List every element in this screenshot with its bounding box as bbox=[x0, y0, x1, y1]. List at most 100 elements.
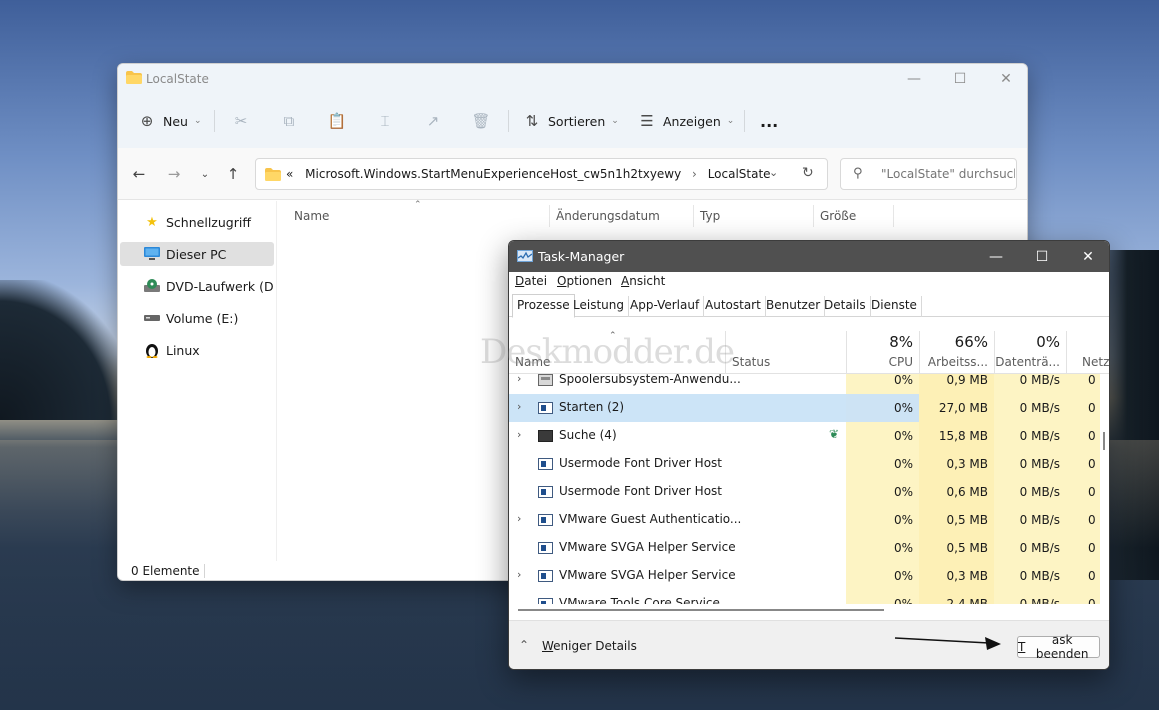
column-header-disk[interactable]: Datenträ... bbox=[994, 355, 1060, 369]
sort-button[interactable]: ⇅ Sortieren ⌄ bbox=[523, 110, 619, 132]
process-name-cell[interactable]: Usermode Font Driver Host bbox=[509, 478, 846, 506]
process-row[interactable]: Usermode Font Driver Host 0% 0,3 MB 0 MB/s 0 bbox=[509, 450, 1100, 478]
explorer-titlebar[interactable]: LocalState — ☐ ✕ bbox=[118, 64, 1027, 94]
process-row[interactable]: VMware Tools Core Service 0% 2,4 MB 0 MB/s 0 bbox=[509, 590, 1100, 604]
minimize-button[interactable]: — bbox=[973, 241, 1019, 272]
column-divider[interactable] bbox=[725, 331, 726, 374]
minimize-button[interactable]: — bbox=[891, 64, 937, 94]
share-button[interactable]: ↗ bbox=[424, 110, 442, 132]
expand-chevron-icon[interactable]: › bbox=[517, 512, 521, 525]
tab-performance[interactable]: Leistung bbox=[569, 296, 629, 317]
up-arrow-icon[interactable]: ↑ bbox=[223, 165, 243, 183]
more-options-button[interactable]: ... bbox=[760, 110, 778, 132]
maximize-button[interactable]: ☐ bbox=[1019, 241, 1065, 272]
process-name-cell[interactable]: VMware SVGA Helper Service bbox=[509, 534, 846, 562]
refresh-icon[interactable]: ↻ bbox=[802, 165, 814, 181]
menu-view[interactable]: Ansicht bbox=[621, 274, 665, 288]
expand-chevron-icon[interactable]: › bbox=[517, 568, 521, 581]
back-arrow-icon[interactable]: ← bbox=[129, 165, 149, 183]
process-row[interactable]: › Suche (4) ❦ 0% 15,8 MB 0 MB/s 0 bbox=[509, 422, 1100, 450]
breadcrumb-overflow[interactable]: « bbox=[286, 167, 293, 181]
scrollbar-thumb[interactable] bbox=[518, 609, 884, 611]
view-button[interactable]: ☰ Anzeigen ⌄ bbox=[638, 110, 734, 132]
process-name-cell[interactable]: VMware Tools Core Service bbox=[509, 590, 846, 604]
tab-details[interactable]: Details bbox=[820, 296, 871, 317]
recent-locations-chevron-icon[interactable]: ⌄ bbox=[195, 165, 215, 183]
tab-services[interactable]: Dienste bbox=[867, 296, 922, 317]
maximize-button[interactable]: ☐ bbox=[937, 64, 983, 94]
expand-chevron-icon[interactable]: › bbox=[517, 374, 521, 385]
column-header-name[interactable]: Name bbox=[515, 355, 550, 369]
process-row[interactable]: › VMware Guest Authenticatio... 0% 0,5 MB 0 … bbox=[509, 506, 1100, 534]
process-name-cell[interactable]: › Starten (2) bbox=[509, 394, 846, 422]
nav-item-dvd-drive[interactable]: DVD-Laufwerk (D:) C bbox=[120, 274, 274, 298]
paste-button[interactable]: 📋 bbox=[328, 110, 347, 132]
breadcrumb-item[interactable]: Microsoft.Windows.StartMenuExperienceHos… bbox=[305, 167, 681, 181]
vertical-scrollbar[interactable] bbox=[1100, 374, 1109, 604]
disk-total-percent: 0% bbox=[1036, 333, 1060, 351]
menu-file[interactable]: Datei bbox=[515, 274, 547, 288]
tab-app-history[interactable]: App-Verlauf bbox=[626, 296, 705, 317]
process-name-cell[interactable]: › VMware Guest Authenticatio... bbox=[509, 506, 846, 534]
disk-value: 0 MB/s bbox=[994, 450, 1066, 478]
column-divider[interactable] bbox=[813, 205, 814, 227]
copy-button[interactable]: ⧉ bbox=[280, 110, 298, 132]
rename-button[interactable]: ⌶ bbox=[376, 110, 394, 132]
nav-item-linux[interactable]: Linux bbox=[120, 338, 274, 362]
tab-startup[interactable]: Autostart bbox=[701, 296, 766, 317]
address-dropdown-chevron-icon[interactable]: ⌄ bbox=[769, 166, 778, 179]
column-divider[interactable] bbox=[549, 205, 550, 227]
cut-button[interactable]: ✂ bbox=[232, 110, 250, 132]
nav-item-this-pc[interactable]: Dieser PC bbox=[120, 242, 274, 266]
task-manager-titlebar[interactable]: Task-Manager — ☐ ✕ bbox=[509, 241, 1109, 272]
expand-chevron-icon[interactable]: › bbox=[517, 400, 521, 413]
end-task-button[interactable]: Task beenden bbox=[1017, 633, 1100, 661]
column-header-network[interactable]: Netzw bbox=[1082, 355, 1109, 369]
new-button[interactable]: ⊕ Neu ⌄ bbox=[138, 110, 202, 132]
column-header-name[interactable]: Name bbox=[294, 209, 329, 223]
column-header-status[interactable]: Status bbox=[732, 355, 770, 369]
breadcrumb-item[interactable]: LocalState bbox=[708, 167, 771, 181]
process-row[interactable]: › Spoolersubsystem-Anwendu... 0% 0,9 MB 0 MB… bbox=[509, 374, 1100, 394]
horizontal-scrollbar[interactable] bbox=[509, 604, 1109, 616]
process-row[interactable]: VMware SVGA Helper Service 0% 0,5 MB 0 MB/s… bbox=[509, 534, 1100, 562]
process-row[interactable]: Usermode Font Driver Host 0% 0,6 MB 0 MB/s 0 bbox=[509, 478, 1100, 506]
process-name-cell[interactable]: Usermode Font Driver Host bbox=[509, 450, 846, 478]
process-name-cell[interactable]: › Spoolersubsystem-Anwendu... bbox=[509, 374, 846, 394]
tab-processes[interactable]: Prozesse bbox=[512, 294, 575, 318]
close-button[interactable]: ✕ bbox=[983, 64, 1027, 94]
column-header-cpu[interactable]: CPU bbox=[846, 355, 913, 369]
process-row[interactable]: › VMware SVGA Helper Service 0% 0,3 MB 0 MB/… bbox=[509, 562, 1100, 590]
delete-button[interactable]: 🗑 bbox=[471, 110, 490, 132]
network-value: 0 bbox=[1066, 562, 1100, 590]
breadcrumb-chevron-icon[interactable]: › bbox=[692, 167, 697, 181]
process-name-cell[interactable]: › VMware SVGA Helper Service bbox=[509, 562, 846, 590]
cpu-value: 0% bbox=[846, 394, 919, 422]
column-divider[interactable] bbox=[693, 205, 694, 227]
menu-options[interactable]: Optionen bbox=[557, 274, 612, 288]
network-value: 0 bbox=[1066, 422, 1100, 450]
forward-arrow-icon[interactable]: → bbox=[164, 165, 184, 183]
expand-chevron-icon[interactable]: › bbox=[517, 428, 521, 441]
nav-item-label: Schnellzugriff bbox=[166, 214, 251, 230]
column-header-date[interactable]: Änderungsdatum bbox=[556, 209, 660, 223]
chevron-up-icon[interactable]: ⌃ bbox=[519, 638, 529, 652]
address-bar[interactable]: « Microsoft.Windows.StartMenuExperienceH… bbox=[255, 158, 828, 190]
column-divider[interactable] bbox=[1066, 331, 1067, 374]
tab-users[interactable]: Benutzer bbox=[762, 296, 826, 317]
close-button[interactable]: ✕ bbox=[1065, 241, 1109, 272]
search-box[interactable]: ⚲ bbox=[840, 158, 1017, 190]
nav-item-volume-e[interactable]: Volume (E:) bbox=[120, 306, 274, 330]
search-input[interactable] bbox=[881, 167, 1015, 181]
scrollbar-thumb[interactable] bbox=[1103, 432, 1105, 450]
process-name: VMware Tools Core Service bbox=[559, 596, 720, 604]
column-header-type[interactable]: Typ bbox=[700, 209, 720, 223]
process-row[interactable]: › Starten (2) 0% 27,0 MB 0 MB/s 0 bbox=[509, 394, 1100, 422]
column-header-size[interactable]: Größe bbox=[820, 209, 856, 223]
column-divider[interactable] bbox=[893, 205, 894, 227]
process-name-cell[interactable]: › Suche (4) ❦ bbox=[509, 422, 846, 450]
nav-item-quick-access[interactable]: ★ Schnellzugriff bbox=[120, 210, 274, 234]
column-header-memory[interactable]: Arbeitss... bbox=[919, 355, 988, 369]
fewer-details-link[interactable]: Weniger Details bbox=[542, 639, 637, 653]
network-value: 0 bbox=[1066, 506, 1100, 534]
